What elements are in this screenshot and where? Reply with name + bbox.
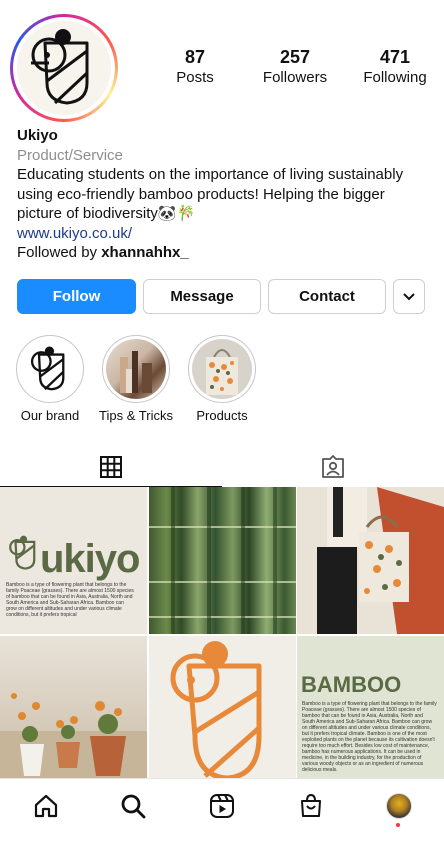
tab-tagged[interactable] [222,447,444,487]
profile-stats: 87 Posts 257 Followers 471 Following [160,46,430,88]
nav-home[interactable] [32,792,60,820]
tote-bag-model-photo [297,487,444,634]
highlight-label: Tips & Tricks [99,408,173,423]
post-body-text: Bamboo is a type of flowering plant that… [302,700,437,773]
profile-tabs [0,447,444,487]
ukiyo-logo-icon [9,535,36,570]
profile-website-link[interactable]: www.ukiyo.co.uk/ [17,224,432,244]
profile-category: Product/Service [17,146,123,164]
stat-posts[interactable]: 87 Posts [160,46,230,88]
tab-posts-grid[interactable] [0,447,222,487]
story-highlights: Our brand Tips & Tricks Products [14,335,258,423]
home-icon [34,794,58,818]
search-icon [121,794,146,819]
message-button[interactable]: Message [143,279,261,314]
post-body-text: Bamboo is a type of flowering plant that… [6,582,134,618]
stat-followers[interactable]: 257 Followers [260,46,330,88]
follow-button[interactable]: Follow [17,279,136,314]
profile-actions: Follow Message Contact [17,279,427,314]
ukiyo-logo-icon [30,346,65,391]
stat-following[interactable]: 471 Following [360,46,430,88]
nav-search[interactable] [119,792,147,820]
nav-shop[interactable] [297,792,325,820]
stat-following-value: 471 [379,47,411,67]
grid-icon [100,455,122,478]
profile-name: Ukiyo [17,127,58,144]
bamboo-products-photo [120,351,152,393]
profile-bio-text: Educating students on the importance of … [17,166,404,222]
shop-icon [301,793,321,817]
stat-followers-label: Followers [262,69,328,86]
highlight-our-brand[interactable]: Our brand [14,335,86,423]
stat-posts-label: Posts [176,69,214,86]
highlight-products-image [192,339,252,399]
post-tile[interactable]: ukiyo Bamboo is a type of flowering plan… [0,487,147,634]
profile-avatar [386,793,412,819]
highlight-products[interactable]: Products [186,335,258,423]
chevron-down-icon [403,292,415,300]
posts-grid: ukiyo Bamboo is a type of flowering plan… [0,487,444,783]
contact-button[interactable]: Contact [268,279,386,314]
ukiyo-logo-icon [31,29,89,105]
stat-posts-value: 87 [184,47,206,67]
reels-icon [210,794,234,818]
tote-bag-photo [206,349,238,395]
post-brand-title: ukiyo [40,537,140,581]
post-bamboo-title: BAMBOO [301,671,402,697]
post-tile[interactable] [297,487,444,634]
bamboo-stalks-photo [148,487,296,634]
nav-profile[interactable] [385,792,413,820]
post-tile[interactable]: BAMBOO Bamboo is a type of flowering pla… [297,635,444,783]
bottom-navigation [0,778,444,847]
post-tile[interactable] [0,635,147,783]
highlight-tips-image [106,339,166,399]
followed-by-prefix: Followed by [17,244,98,261]
post-tile[interactable] [148,635,296,783]
post-tile[interactable] [148,487,296,634]
followed-by[interactable]: Followed by xhannahhx_ [17,243,432,263]
plants-photo [0,692,147,783]
highlight-tips-tricks[interactable]: Tips & Tricks [99,335,173,423]
highlight-label: Products [196,408,248,423]
stat-followers-value: 257 [279,47,311,67]
more-options-button[interactable] [393,279,425,314]
profile-avatar [17,21,111,115]
tagged-icon [322,455,344,478]
profile-header: 87 Posts 257 Followers 471 Following [0,0,444,125]
notification-dot [396,823,400,827]
stat-following-label: Following [363,69,427,86]
profile-avatar-ring[interactable] [10,14,118,122]
nav-reels[interactable] [208,792,236,820]
highlight-label: Our brand [20,408,80,423]
profile-bio: Ukiyo Product/Service Educating students… [17,126,432,263]
followed-by-user: xhannahhx_ [101,244,189,261]
ukiyo-logo-orange-icon [170,640,261,780]
highlight-our-brand-image [20,339,80,399]
